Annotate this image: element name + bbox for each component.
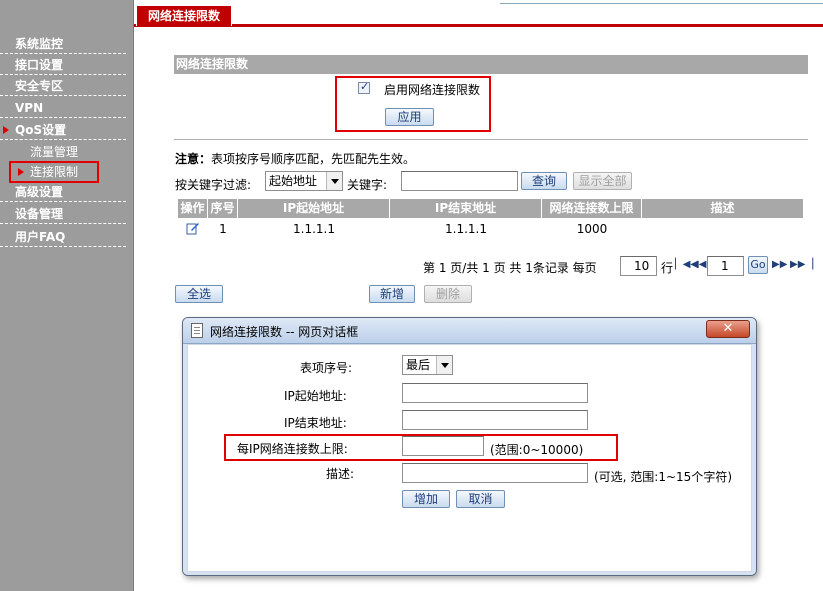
enable-label: 启用网络连接限数 [384,83,481,97]
filter-field-select[interactable]: 起始地址 [265,171,343,191]
add-entry-dialog: 网络连接限数 -- 网页对话框 ✕ 表项序号: 最后 IP起始地址: IP结束地… [182,317,757,576]
desc-input[interactable] [402,463,588,483]
document-icon [191,323,203,338]
sidebar-item-label: 系统监控 [15,37,64,51]
confirm-add-button[interactable]: 增加 [402,490,450,508]
active-highlight [9,161,99,183]
next-page-icon[interactable]: ▶▶ [772,259,787,270]
desc-hint: (可选, 范围:1~15个字符) [594,470,732,484]
sidebar-item-device[interactable]: 设备管理 [0,204,126,224]
index-select-value: 最后 [406,358,431,372]
sidebar-item-interface[interactable]: 接口设置 [0,55,126,75]
row-limit: 1000 [576,222,608,236]
desc-label: 描述: [326,467,355,481]
sidebar-item-label: 高级设置 [15,185,64,199]
chevron-down-icon [436,356,452,374]
sidebar-item-label: QoS设置 [15,123,67,137]
sidebar-item-label: 用户FAQ [15,230,66,244]
sidebar-item-qos[interactable]: QoS设置 [0,120,126,140]
expand-arrow-icon [3,126,9,134]
row-start-ip: 1.1.1.1 [293,222,335,236]
col-desc: 描述 [710,201,735,215]
col-action: 操作 [178,199,208,218]
limit-input[interactable] [402,436,484,456]
last-page-icon[interactable]: ▶▶▕ [790,259,813,270]
divider [174,139,808,140]
col-limit: 网络连接数上限 [542,199,642,218]
app-root: 系统监控 接口设置 安全专区 VPN QoS设置 流量管理 连接限制 高级设置 … [0,0,823,591]
page-input[interactable]: 1 [707,256,744,276]
sidebar-item-label: 流量管理 [30,145,79,159]
enable-checkbox[interactable] [358,80,370,94]
index-select[interactable]: 最后 [402,355,453,375]
per-page-input[interactable]: 10 [620,256,657,276]
prev-page-icon[interactable]: ◀◀ [691,259,706,270]
chevron-down-icon [326,172,342,190]
tab-connection-limit[interactable]: 网络连接限数 [136,5,232,26]
start-ip-label: IP起始地址: [284,389,347,403]
dialog-title: 网络连接限数 -- 网页对话框 [210,325,359,339]
index-label: 表项序号: [300,361,353,375]
sidebar-item-security[interactable]: 安全专区 [0,76,126,96]
tab-underline [134,24,823,27]
filter-label: 按关键字过滤: [175,178,252,192]
note-text: 表项按序号顺序匹配，先匹配先生效。 [211,152,416,166]
sidebar-item-system-monitor[interactable]: 系统监控 [0,34,126,54]
section-title: 网络连接限数 [174,55,808,74]
keyword-input[interactable] [401,171,518,191]
edit-icon[interactable] [186,221,200,235]
col-end-ip: IP结束地址 [390,199,542,218]
col-start-ip: IP起始地址 [238,199,390,218]
sidebar-item-advanced[interactable]: 高级设置 [0,182,126,202]
dialog-titlebar[interactable]: 网络连接限数 -- 网页对话框 ✕ [183,318,756,344]
show-all-button[interactable]: 显示全部 [573,172,632,190]
sidebar: 系统监控 接口设置 安全专区 VPN QoS设置 流量管理 连接限制 高级设置 … [0,0,134,591]
sidebar-item-label: 设备管理 [15,207,64,221]
start-ip-input[interactable] [402,383,588,403]
top-decoration [500,0,823,4]
dialog-body: 表项序号: 最后 IP起始地址: IP结束地址: 每IP网络连接数上限: (范围… [187,344,752,572]
col-index: 序号 [208,199,238,218]
sidebar-item-label: 安全专区 [15,79,64,93]
row-index: 1 [219,222,227,236]
table-header: 操作 序号 IP起始地址 IP结束地址 网络连接数上限 描述 [178,199,803,218]
limit-label: 每IP网络连接数上限: [237,442,348,456]
add-button[interactable]: 新增 [369,285,415,303]
end-ip-input[interactable] [402,410,588,430]
pager-row-label: 行 [661,261,674,275]
filter-select-value: 起始地址 [269,174,318,188]
note-prefix: 注意： [175,152,212,166]
end-ip-label: IP结束地址: [284,416,347,430]
close-button[interactable]: ✕ [706,320,750,338]
sidebar-item-label: VPN [15,101,44,115]
apply-button[interactable]: 应用 [385,108,434,126]
select-all-button[interactable]: 全选 [175,285,223,303]
sidebar-item-vpn[interactable]: VPN [0,98,126,118]
row-end-ip: 1.1.1.1 [445,222,487,236]
note: 注意：表项按序号顺序匹配，先匹配先生效。 [175,150,415,167]
sidebar-item-traffic[interactable]: 流量管理 [0,142,126,162]
cancel-button[interactable]: 取消 [456,490,505,508]
keyword-label: 关键字: [347,178,388,192]
pager-info: 第 1 页/共 1 页 共 1条记录 每页 [423,261,597,275]
limit-hint: (范围:0~10000) [490,443,584,457]
go-button[interactable]: Go [748,256,768,274]
sidebar-item-faq[interactable]: 用户FAQ [0,227,126,247]
sidebar-item-label: 接口设置 [15,58,64,72]
delete-button[interactable]: 删除 [424,285,472,303]
query-button[interactable]: 查询 [521,172,567,190]
